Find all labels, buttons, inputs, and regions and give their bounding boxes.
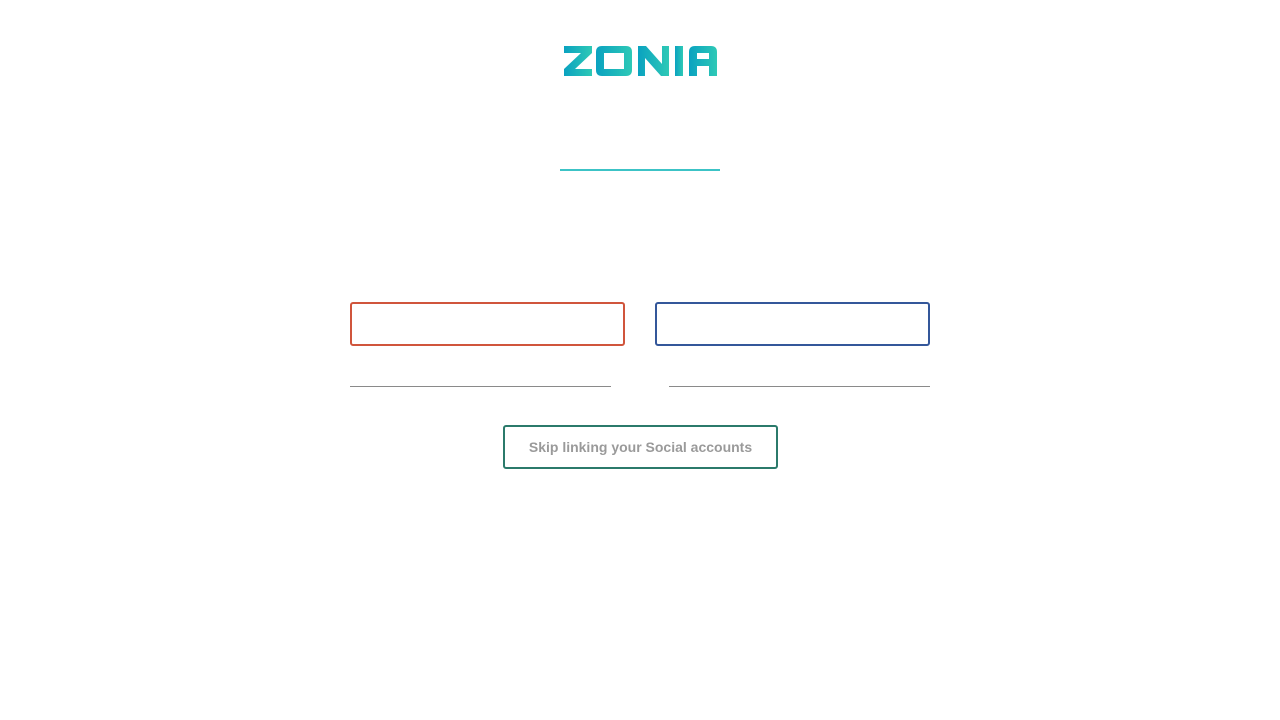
divider-line-right	[669, 386, 930, 387]
skip-social-linking-button[interactable]: Skip linking your Social accounts	[503, 425, 778, 469]
zonia-logo	[564, 46, 717, 76]
divider-line-left	[350, 386, 611, 387]
facebook-link-button[interactable]	[655, 302, 930, 346]
link-social-accounts-page: Skip linking your Social accounts	[0, 0, 1280, 720]
heading-underline	[560, 169, 720, 171]
google-link-button[interactable]	[350, 302, 625, 346]
